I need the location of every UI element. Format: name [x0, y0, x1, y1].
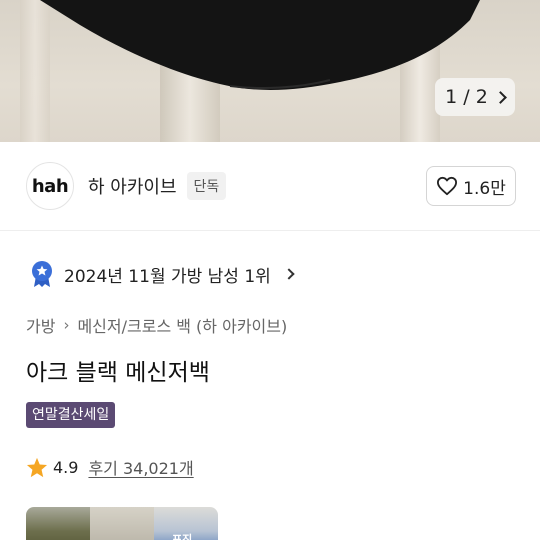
ranking-badge-icon [32, 261, 52, 287]
black-bag-image [40, 0, 480, 90]
chevron-right-icon: › [63, 316, 70, 334]
pager-text: 1 / 2 [445, 86, 488, 108]
chevron-right-icon [493, 90, 507, 104]
brand-logo-text: hah [31, 175, 69, 197]
star-icon [26, 457, 48, 477]
review-thumbnail[interactable]: 포진 [154, 507, 218, 540]
breadcrumb-item-subcategory[interactable]: 메신저/크로스 백 (하 아카이브) [77, 313, 287, 337]
sale-badge: 연말결산세일 [26, 402, 116, 428]
reviews-link[interactable]: 후기 34,021개 [88, 455, 193, 479]
chevron-right-icon [283, 268, 295, 280]
thumbnail-label: 포진 [172, 533, 193, 540]
brand-name[interactable]: 하 아카이브 [88, 173, 177, 199]
rating-row: 4.9 후기 34,021개 [26, 455, 194, 479]
breadcrumb-item-category[interactable]: 가방 [26, 313, 55, 337]
like-count: 1.6만 [463, 178, 506, 199]
exclusive-badge: 단독 [186, 172, 227, 200]
image-pager[interactable]: 1 / 2 [435, 78, 515, 116]
product-title: 아크 블랙 메신저백 [26, 360, 210, 386]
ranking-link[interactable]: 2024년 11월 가방 남성 1위 [30, 260, 295, 288]
brand-row: hah 하 아카이브 단독 1.6만 [26, 162, 516, 210]
rating-score: 4.9 [53, 457, 79, 477]
review-thumbnail[interactable] [26, 507, 90, 540]
heart-icon [437, 176, 458, 196]
brand-logo[interactable]: hah [26, 162, 74, 210]
ranking-text: 2024년 11월 가방 남성 1위 [64, 266, 271, 287]
divider [0, 230, 540, 231]
product-image[interactable]: 1 / 2 [0, 0, 540, 142]
breadcrumb: 가방 › 메신저/크로스 백 (하 아카이브) [26, 313, 287, 337]
like-button[interactable]: 1.6만 [426, 166, 516, 206]
review-thumbnail[interactable] [90, 507, 154, 540]
review-thumbnails: 포진 [26, 507, 218, 540]
